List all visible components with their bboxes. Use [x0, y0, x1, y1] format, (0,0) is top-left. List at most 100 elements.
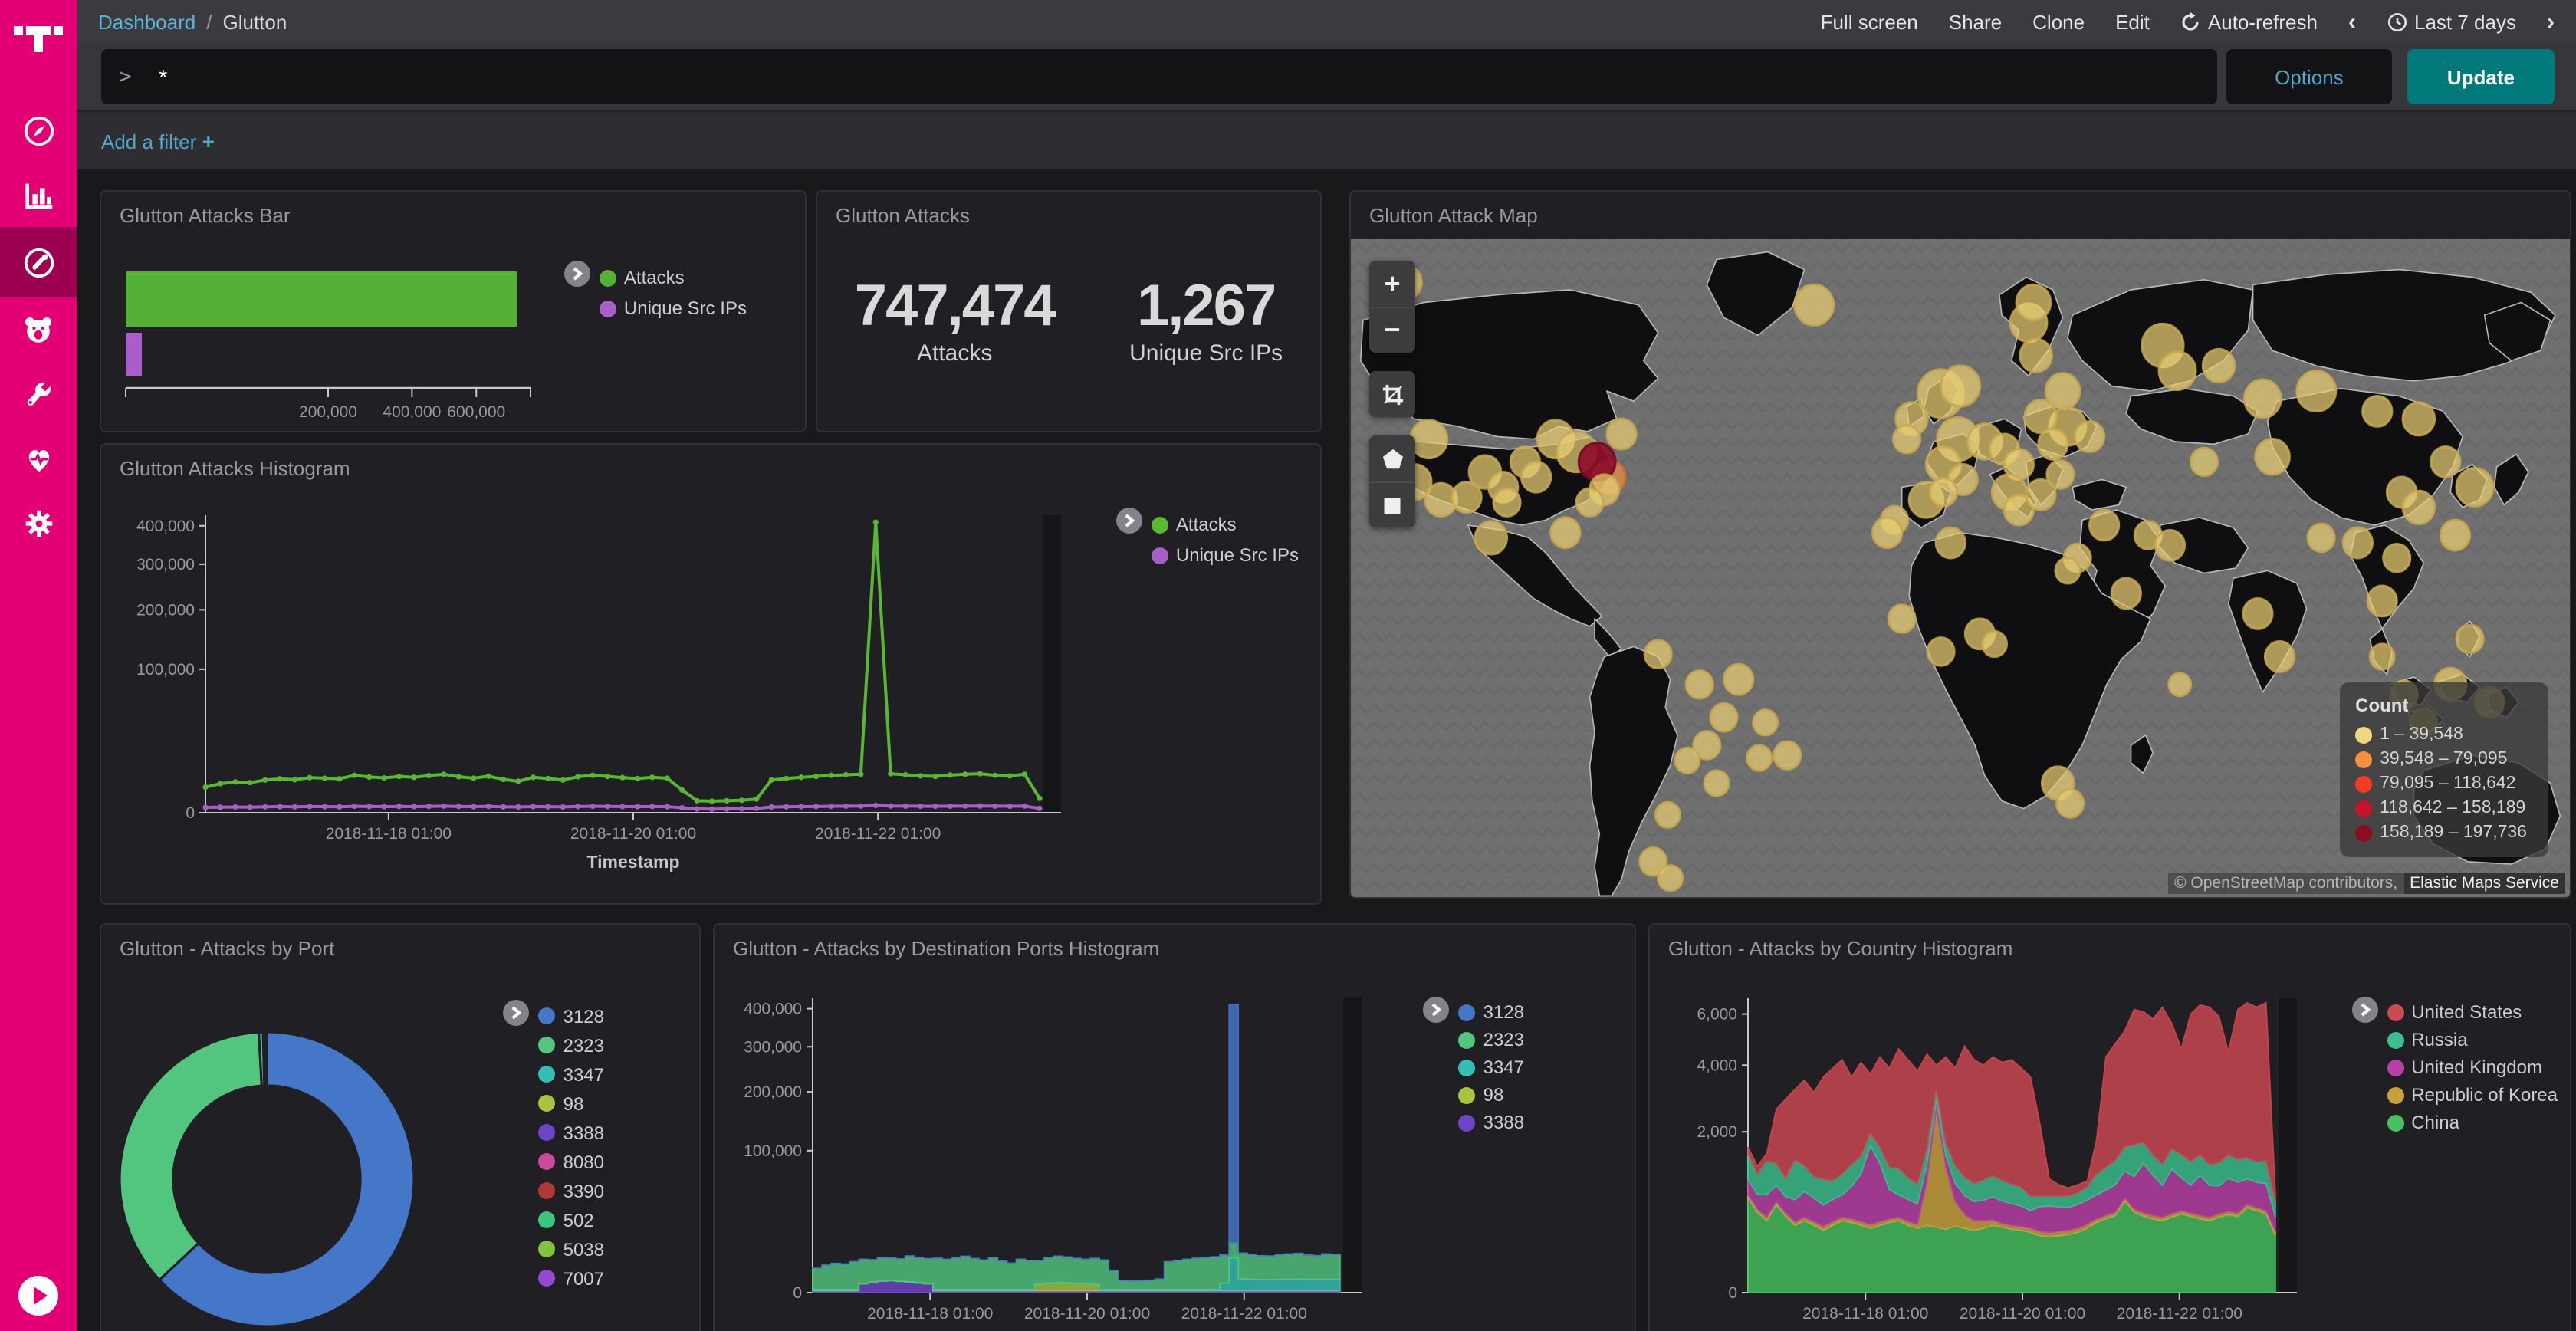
map-bubble[interactable]: [2055, 558, 2080, 583]
share-button[interactable]: Share: [1949, 10, 2002, 33]
legend-item[interactable]: 98: [539, 1089, 604, 1118]
map-bubble[interactable]: [2297, 371, 2336, 412]
legend-item[interactable]: 3390: [539, 1176, 604, 1205]
t-mobile-logo[interactable]: [12, 12, 64, 64]
map-bubble[interactable]: [1894, 426, 1921, 453]
map-bubble[interactable]: [1644, 640, 1671, 668]
legend-item[interactable]: 98: [1459, 1081, 1524, 1109]
world-map[interactable]: + − Count: [1351, 239, 2570, 897]
map-bubble[interactable]: [1941, 366, 1980, 406]
draw-rectangle-button[interactable]: [1369, 481, 1415, 527]
breadcrumb-dashboard-link[interactable]: Dashboard: [98, 10, 196, 33]
sidebar-item-monitoring[interactable]: [0, 426, 77, 491]
map-bubble[interactable]: [1656, 802, 1681, 827]
legend-item[interactable]: United Kingdom: [2387, 1053, 2558, 1081]
fit-data-bounds-button[interactable]: [1369, 371, 1415, 417]
map-bubble[interactable]: [1774, 741, 1801, 769]
map-bubble[interactable]: [2256, 439, 2290, 475]
legend-item[interactable]: 3388: [1459, 1109, 1524, 1136]
add-filter-button[interactable]: Add a filter +: [101, 128, 215, 153]
legend-item[interactable]: Attacks: [1152, 509, 1299, 540]
map-bubble[interactable]: [1936, 527, 1965, 558]
map-bubble[interactable]: [2057, 790, 2084, 817]
map-bubble[interactable]: [1675, 748, 1700, 773]
legend-item[interactable]: China: [2387, 1109, 2558, 1136]
legend-item[interactable]: 3388: [539, 1118, 604, 1147]
auto-refresh-button[interactable]: Auto-refresh: [2180, 10, 2318, 33]
legend-item[interactable]: 502: [539, 1205, 604, 1234]
legend-item[interactable]: 8080: [539, 1147, 604, 1176]
map-bubble[interactable]: [2403, 403, 2434, 435]
draw-polygon-button[interactable]: [1369, 435, 1415, 481]
zoom-out-button[interactable]: −: [1369, 307, 1415, 353]
zoom-in-button[interactable]: +: [1369, 261, 1415, 307]
map-bubble[interactable]: [2244, 380, 2281, 418]
openstreetmap-attribution[interactable]: © OpenStreetMap contributors,: [2168, 873, 2404, 894]
map-bubble[interactable]: [1795, 284, 1834, 325]
map-bubble[interactable]: [1411, 420, 1447, 458]
sidebar-item-visualize[interactable]: [0, 163, 77, 227]
map-bubble[interactable]: [1658, 866, 1683, 891]
time-prev-button[interactable]: ‹: [2348, 8, 2356, 35]
legend-item[interactable]: 2323: [539, 1030, 604, 1060]
sidebar-item-devtools[interactable]: [0, 362, 77, 426]
map-bubble[interactable]: [1704, 771, 1729, 796]
map-bubble[interactable]: [1753, 710, 1778, 735]
map-bubble[interactable]: [2367, 586, 2397, 616]
map-bubble[interactable]: [2266, 642, 2295, 672]
legend-item[interactable]: 7007: [539, 1264, 604, 1293]
map-bubble[interactable]: [1927, 638, 1954, 666]
legend-item[interactable]: Unique Src IPs: [600, 293, 747, 324]
legend-item[interactable]: Russia: [2387, 1026, 2558, 1053]
map-bubble[interactable]: [2363, 396, 2392, 427]
legend-item[interactable]: Attacks: [600, 262, 747, 293]
map-bubble[interactable]: [2370, 644, 2394, 669]
legend-collapse-button[interactable]: [2351, 997, 2377, 1023]
map-bubble[interactable]: [2075, 422, 2104, 452]
legend-collapse-button[interactable]: [504, 1000, 530, 1026]
map-bubble[interactable]: [2431, 447, 2460, 478]
map-bubble[interactable]: [2456, 625, 2483, 652]
sidebar-item-dashboard[interactable]: [0, 227, 77, 297]
search-input[interactable]: [159, 64, 2217, 89]
elastic-maps-attribution[interactable]: Elastic Maps Service: [2404, 873, 2565, 894]
map-bubble[interactable]: [1710, 704, 1737, 731]
map-bubble[interactable]: [2440, 520, 2469, 550]
legend-item[interactable]: 3128: [1459, 998, 1524, 1026]
map-bubble[interactable]: [2343, 527, 2372, 558]
map-bubble[interactable]: [2308, 524, 2334, 551]
sidebar-item-discover[interactable]: [0, 98, 77, 163]
map-bubble[interactable]: [1747, 745, 1772, 771]
map-bubble[interactable]: [2403, 491, 2434, 524]
map-bubble[interactable]: [1686, 671, 1713, 698]
legend-item[interactable]: 3128: [539, 1001, 604, 1030]
full-screen-button[interactable]: Full screen: [1821, 10, 1918, 33]
map-bubble[interactable]: [2169, 673, 2191, 696]
map-bubble[interactable]: [1888, 605, 1915, 633]
legend-item[interactable]: 3347: [1459, 1053, 1524, 1081]
map-bubble[interactable]: [2020, 339, 2052, 372]
legend-collapse-button[interactable]: [1424, 997, 1450, 1023]
map-bubble[interactable]: [1551, 518, 1580, 548]
legend-item[interactable]: 2323: [1459, 1026, 1524, 1053]
map-bubble[interactable]: [2159, 352, 2196, 390]
map-bubble[interactable]: [2155, 531, 2184, 561]
map-bubble[interactable]: [2456, 468, 2493, 507]
map-bubble[interactable]: [2191, 448, 2218, 475]
map-bubble[interactable]: [2016, 284, 2051, 320]
map-bubble[interactable]: [1983, 632, 2007, 657]
edit-button[interactable]: Edit: [2115, 10, 2150, 33]
clone-button[interactable]: Clone: [2032, 10, 2085, 33]
map-bubble[interactable]: [1930, 478, 1957, 506]
map-bubble[interactable]: [1607, 419, 1636, 449]
sidebar-item-management[interactable]: [0, 491, 77, 555]
legend-item[interactable]: Unique Src IPs: [1152, 540, 1299, 570]
map-bubble[interactable]: [2039, 429, 2068, 460]
legend-item[interactable]: United States: [2387, 998, 2558, 1026]
map-bubble[interactable]: [1576, 488, 1603, 516]
map-bubble[interactable]: [2384, 544, 2410, 572]
legend-item[interactable]: Republic of Korea: [2387, 1081, 2558, 1109]
legend-item[interactable]: 5038: [539, 1234, 604, 1264]
time-next-button[interactable]: ›: [2547, 8, 2555, 35]
time-range-button[interactable]: Last 7 days: [2387, 10, 2516, 33]
